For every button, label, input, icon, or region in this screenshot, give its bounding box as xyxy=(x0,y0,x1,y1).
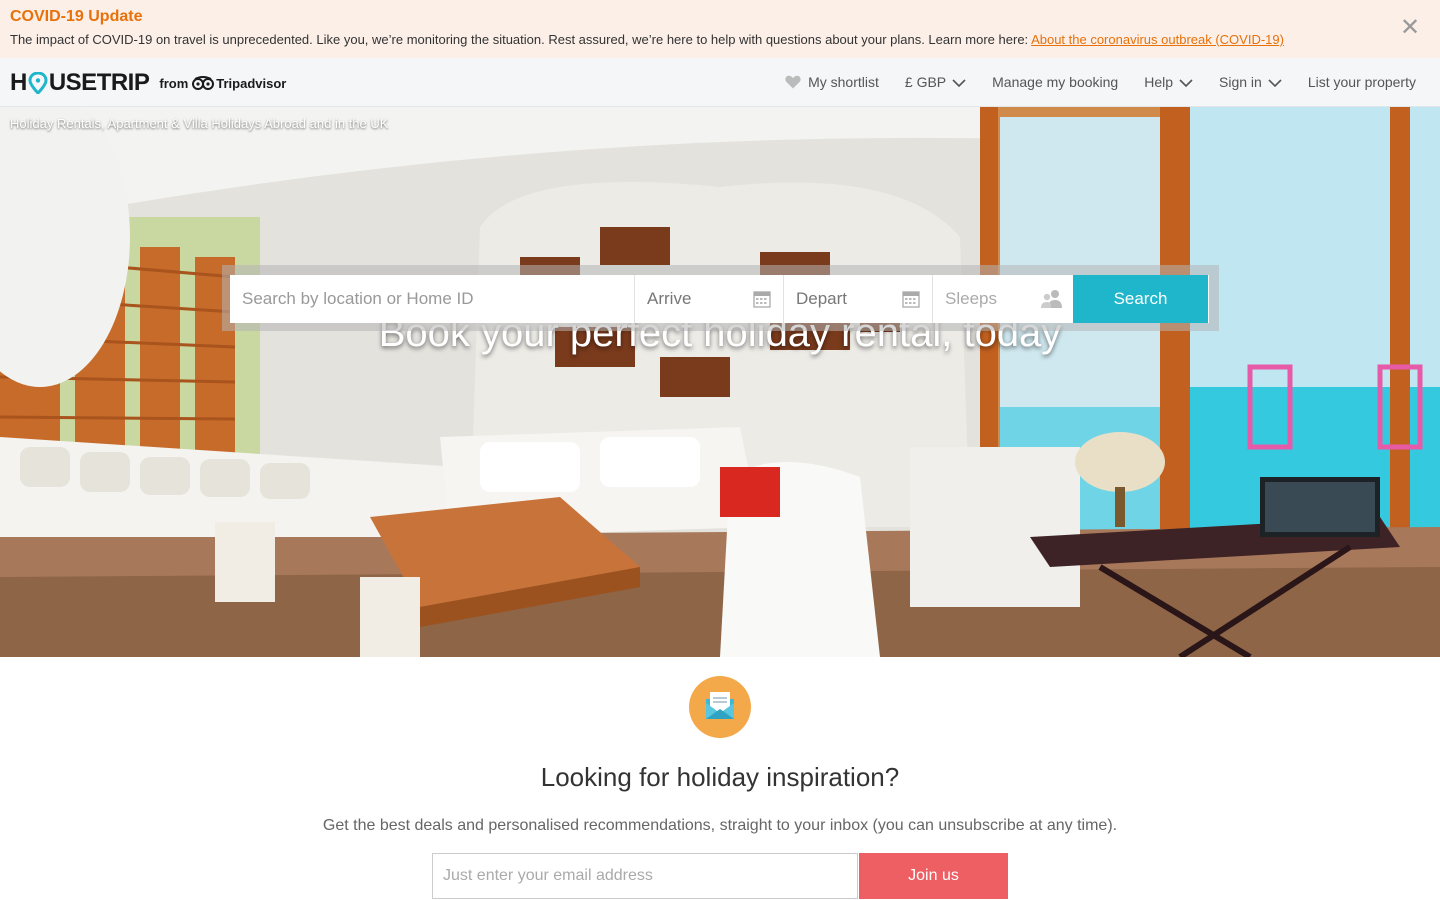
heart-icon xyxy=(785,75,801,89)
join-us-button[interactable]: Join us xyxy=(859,853,1008,899)
logo-from-text: from xyxy=(159,75,189,91)
newsletter-description: Get the best deals and personalised reco… xyxy=(322,817,1118,834)
email-field[interactable]: Just enter your email address xyxy=(432,853,858,899)
logo-letter-h: H xyxy=(10,69,27,96)
search-button[interactable]: Search xyxy=(1073,275,1208,323)
logo-partner-name: Tripadvisor xyxy=(216,75,287,91)
covid-info-link[interactable]: About the coronavirus outbreak (COVID-19… xyxy=(1031,32,1284,47)
nav-list-property-label: List your property xyxy=(1307,74,1416,90)
logo-partner: from Tripadvisor xyxy=(159,76,286,91)
logo-wordmark: H USETRIP xyxy=(10,69,150,97)
location-search-input[interactable]: Search by location or Home ID xyxy=(230,275,635,323)
search-form: Search by location or Home ID Arrive Dep… xyxy=(230,275,1209,323)
logo-letters-rest: USETRIP xyxy=(48,69,150,96)
nav-signin-label: Sign in xyxy=(1219,74,1262,90)
tripadvisor-owl-icon xyxy=(192,76,215,90)
main-nav: My shortlist £ GBP Manage my booking Hel… xyxy=(785,58,1416,106)
chevron-down-icon xyxy=(1179,79,1193,88)
chevron-down-icon xyxy=(952,79,966,88)
nav-shortlist-label: My shortlist xyxy=(808,74,879,90)
nav-help-label: Help xyxy=(1144,74,1174,90)
chevron-down-icon xyxy=(1268,79,1282,88)
nav-manage-booking[interactable]: Manage my booking xyxy=(992,74,1118,90)
hero-subtitle: Holiday Rentals, Apartment & Villa Holid… xyxy=(10,116,389,131)
calendar-icon xyxy=(902,291,920,308)
housetrip-logo[interactable]: H USETRIP from Tripadvisor xyxy=(10,69,286,97)
covid-text: The impact of COVID-19 on travel is unpr… xyxy=(10,32,1284,47)
nav-currency-label: £ GBP xyxy=(904,74,947,90)
nav-list-property[interactable]: List your property xyxy=(1308,74,1416,90)
calendar-icon xyxy=(753,291,771,308)
location-pin-icon xyxy=(28,72,48,94)
covid-message: The impact of COVID-19 on travel is unpr… xyxy=(10,32,1032,47)
arrive-date-field[interactable]: Arrive xyxy=(635,275,784,323)
close-icon[interactable]: ✕ xyxy=(1400,16,1420,40)
arrive-label: Arrive xyxy=(647,289,692,308)
nav-manage-label: Manage my booking xyxy=(992,74,1119,90)
hero-background-image xyxy=(0,107,1440,657)
sleeps-field[interactable]: Sleeps xyxy=(933,275,1073,323)
depart-label: Depart xyxy=(796,289,848,308)
sleeps-label: Sleeps xyxy=(945,289,997,308)
nav-signin-dropdown[interactable]: Sign in xyxy=(1219,74,1282,90)
envelope-icon xyxy=(689,676,751,738)
nav-currency-dropdown[interactable]: £ GBP xyxy=(905,74,966,90)
nav-help-dropdown[interactable]: Help xyxy=(1144,74,1193,90)
nav-shortlist[interactable]: My shortlist xyxy=(785,74,879,90)
covid-banner: COVID-19 Update The impact of COVID-19 o… xyxy=(0,0,1440,58)
depart-date-field[interactable]: Depart xyxy=(784,275,933,323)
covid-title: COVID-19 Update xyxy=(10,8,143,25)
newsletter-title: Looking for holiday inspiration? xyxy=(540,762,900,792)
people-icon xyxy=(1041,290,1062,308)
site-header: H USETRIP from Tripadvisor My shortlist … xyxy=(0,58,1440,107)
hero-section: Holiday Rentals, Apartment & Villa Holid… xyxy=(0,107,1440,657)
